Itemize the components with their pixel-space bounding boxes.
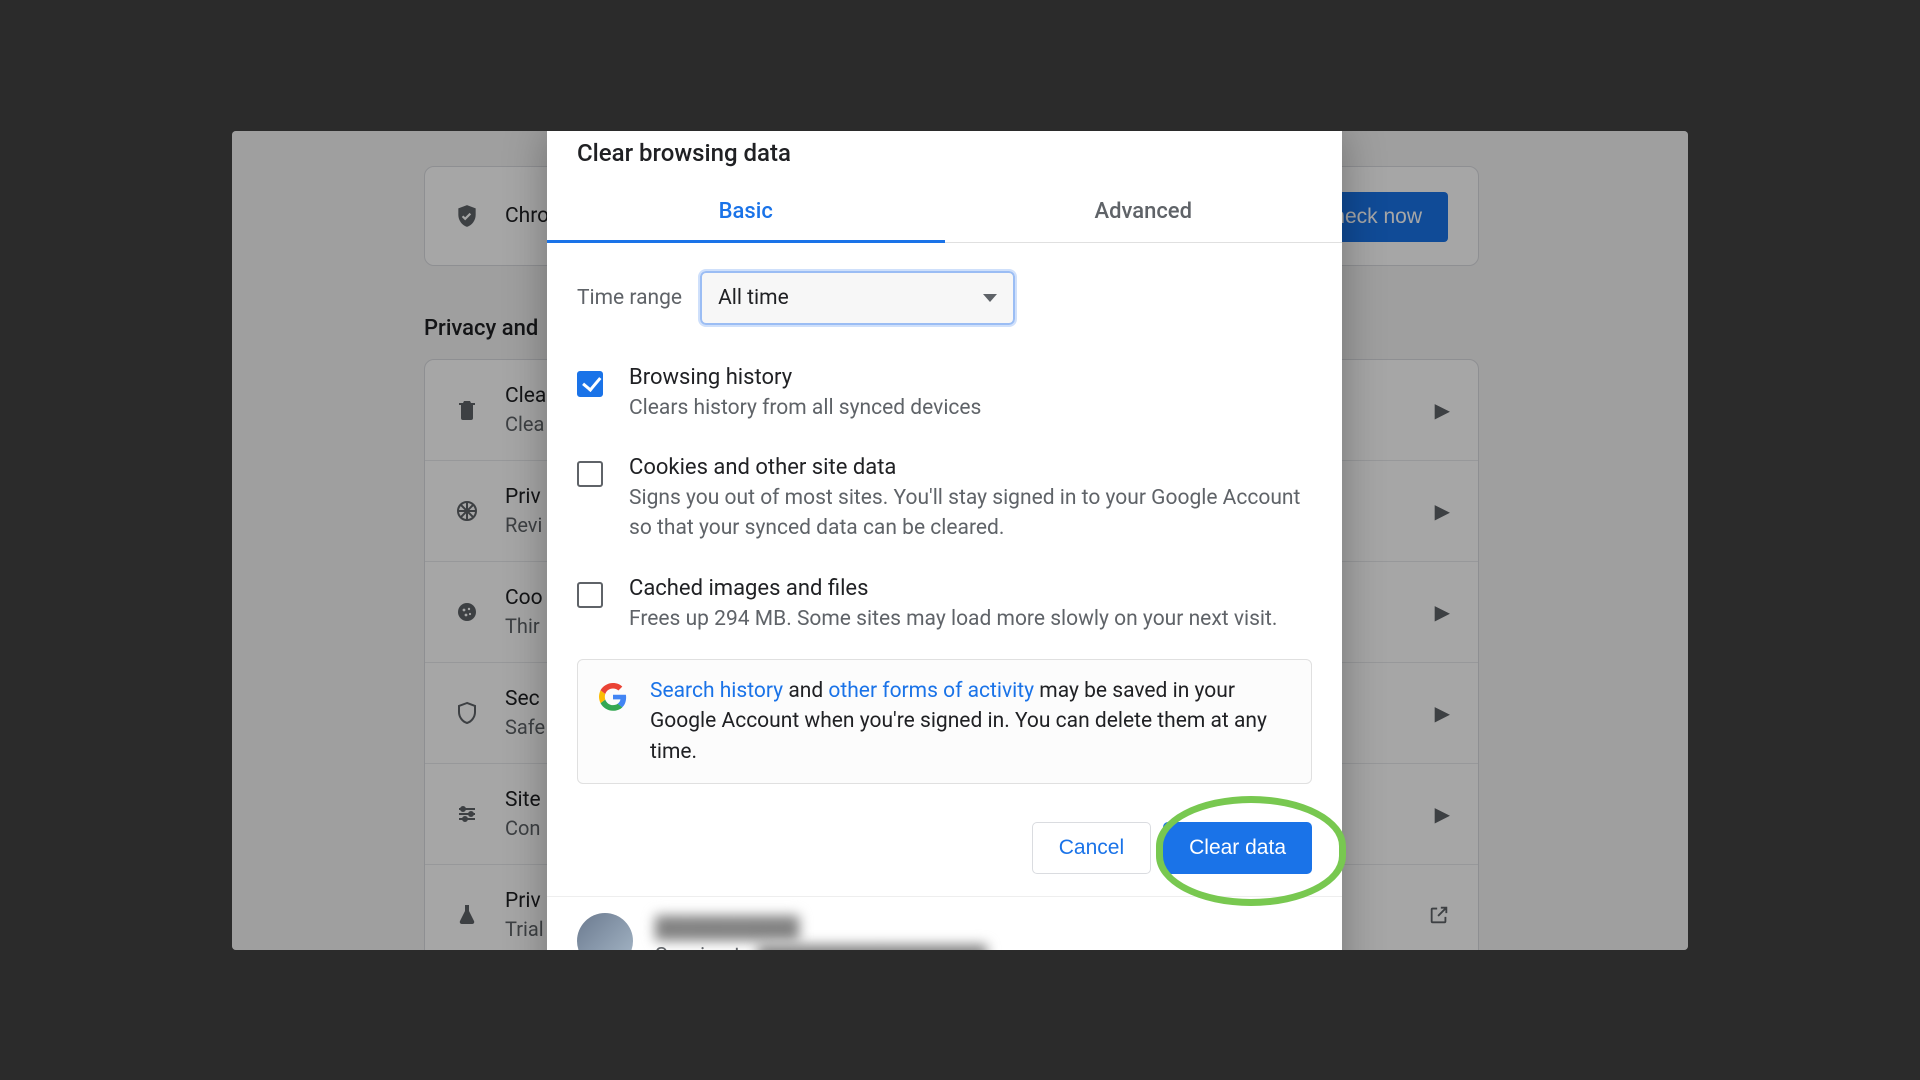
cancel-button[interactable]: Cancel: [1032, 822, 1151, 874]
account-email-masked: ▓▓▓▓▓▓▓▓▓▓▓▓▓▓▓: [758, 944, 988, 949]
option-cookies: Cookies and other site data Signs you ou…: [577, 441, 1312, 562]
avatar: [577, 913, 633, 949]
option-cache: Cached images and files Frees up 294 MB.…: [577, 562, 1312, 653]
tab-advanced[interactable]: Advanced: [945, 183, 1343, 242]
time-range-value: All time: [718, 286, 789, 310]
clear-data-button[interactable]: Clear data: [1163, 822, 1312, 874]
search-history-link[interactable]: Search history: [650, 679, 783, 703]
checkbox-cookies[interactable]: [577, 461, 603, 487]
checkbox-browsing-history[interactable]: [577, 371, 603, 397]
option-sub: Frees up 294 MB. Some sites may load mor…: [629, 605, 1277, 635]
option-sub: Signs you out of most sites. You'll stay…: [629, 484, 1312, 544]
other-activity-link[interactable]: other forms of activity: [828, 679, 1034, 703]
tab-basic[interactable]: Basic: [547, 183, 945, 242]
dialog-title: Clear browsing data: [547, 131, 1342, 183]
account-name-masked: ▓▓▓▓▓▓▓▓▓: [655, 914, 799, 940]
option-title: Cookies and other site data: [629, 455, 1312, 480]
google-activity-note: Search history and other forms of activi…: [577, 659, 1312, 784]
syncing-label: Syncing to: [655, 944, 752, 949]
chevron-down-icon: [983, 294, 997, 302]
clear-browsing-data-dialog: Clear browsing data Basic Advanced Time …: [547, 131, 1342, 950]
checkbox-cache[interactable]: [577, 582, 603, 608]
sync-account-row: ▓▓▓▓▓▓▓▓▓ Syncing to ▓▓▓▓▓▓▓▓▓▓▓▓▓▓▓: [547, 896, 1342, 949]
option-sub: Clears history from all synced devices: [629, 394, 981, 424]
time-range-select[interactable]: All time: [700, 271, 1015, 325]
option-browsing-history: Browsing history Clears history from all…: [577, 351, 1312, 442]
note-text: and: [783, 679, 828, 703]
dialog-tabs: Basic Advanced: [547, 183, 1342, 243]
time-range-label: Time range: [577, 286, 682, 310]
option-title: Cached images and files: [629, 576, 1277, 601]
google-g-icon: [598, 676, 628, 712]
option-title: Browsing history: [629, 365, 981, 390]
